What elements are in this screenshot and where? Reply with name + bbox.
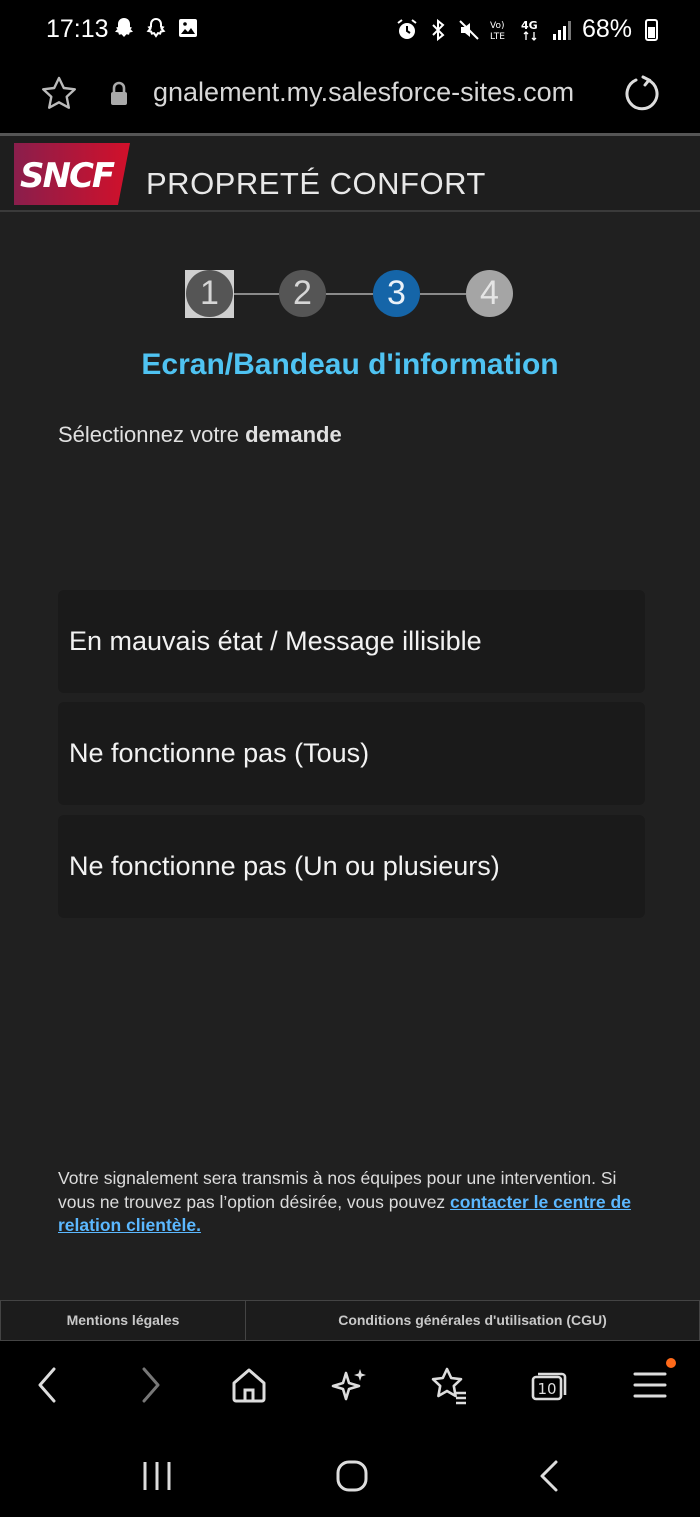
home-nav-icon[interactable] (332, 1456, 372, 1496)
svg-text:4G: 4G (521, 19, 538, 32)
tabs-icon[interactable]: 10 (531, 1371, 567, 1401)
step-2[interactable]: 2 (279, 270, 326, 317)
option-ne-fonctionne-pas-un-ou-plusieurs[interactable]: Ne fonctionne pas (Un ou plusieurs) (58, 815, 645, 918)
progress-stepper: 1 2 3 4 (185, 270, 515, 318)
home-icon[interactable] (229, 1365, 269, 1405)
mute-icon (458, 18, 480, 42)
notification-icons (112, 16, 200, 40)
instruction-text: Sélectionnez votre demande (58, 422, 342, 448)
recent-apps-icon[interactable] (137, 1456, 177, 1496)
bookmarks-icon[interactable] (429, 1365, 469, 1405)
volte-icon: Vo) LTE (489, 18, 511, 42)
step-3-active: 3 (373, 270, 420, 317)
step-4: 4 (466, 270, 513, 317)
section-title: Ecran/Bandeau d'information (141, 348, 559, 381)
instruction-prefix: Sélectionnez votre (58, 422, 246, 447)
battery-icon (645, 18, 658, 41)
system-navigation (0, 1432, 700, 1517)
back-nav-icon[interactable] (530, 1456, 570, 1496)
tab-count: 10 (537, 1380, 556, 1398)
alarm-icon (396, 18, 418, 42)
status-bar: 17:13 Vo) LTE 4G 68% (0, 0, 700, 60)
bluetooth-icon (427, 18, 449, 42)
instruction-bold: demande (245, 422, 342, 447)
signal-icon (551, 18, 573, 42)
status-time: 17:13 (46, 15, 109, 43)
lock-icon (108, 81, 130, 107)
gallery-icon (176, 16, 200, 40)
cgu-link[interactable]: Conditions générales d'utilisation (CGU) (246, 1301, 699, 1340)
browser-toolbar (0, 1341, 700, 1432)
option-ne-fonctionne-pas-tous[interactable]: Ne fonctionne pas (Tous) (58, 702, 645, 805)
option-mauvais-etat[interactable]: En mauvais état / Message illisible (58, 590, 645, 693)
forward-icon[interactable] (130, 1365, 170, 1405)
sncf-logo: SNCF (14, 143, 130, 205)
step-connector (232, 293, 279, 295)
page-footer: Mentions légales Conditions générales d'… (0, 1300, 700, 1341)
system-status-icons: Vo) LTE 4G 68% (396, 15, 658, 44)
snapchat-alt-icon (144, 16, 168, 40)
logo-text: SNCF (20, 156, 115, 196)
menu-icon[interactable] (630, 1365, 670, 1405)
reload-icon[interactable] (622, 73, 662, 113)
browser-url-bar: gnalement.my.salesforce-sites.com (0, 60, 700, 134)
step-connector (420, 293, 466, 295)
4g-icon: 4G (520, 18, 542, 42)
page-content: SNCF PROPRETÉ CONFORT 1 2 3 4 Ecran/Band… (0, 136, 700, 1341)
battery-percent: 68% (581, 15, 632, 43)
step-connector (326, 293, 373, 295)
back-icon[interactable] (28, 1365, 68, 1405)
notice-text: Votre signalement sera transmis à nos éq… (58, 1167, 648, 1238)
bookmark-star-icon[interactable] (40, 75, 78, 113)
app-title: PROPRETÉ CONFORT (146, 166, 486, 201)
page-header: SNCF PROPRETÉ CONFORT (0, 136, 700, 212)
svg-text:LTE: LTE (490, 32, 505, 42)
url-address[interactable]: gnalement.my.salesforce-sites.com (153, 77, 574, 108)
notification-dot (666, 1358, 676, 1368)
mentions-legales-link[interactable]: Mentions légales (1, 1301, 246, 1340)
svg-text:Vo): Vo) (490, 21, 504, 31)
sparkle-icon[interactable] (330, 1365, 370, 1405)
step-1[interactable]: 1 (186, 270, 233, 317)
snapchat-icon (112, 16, 136, 40)
